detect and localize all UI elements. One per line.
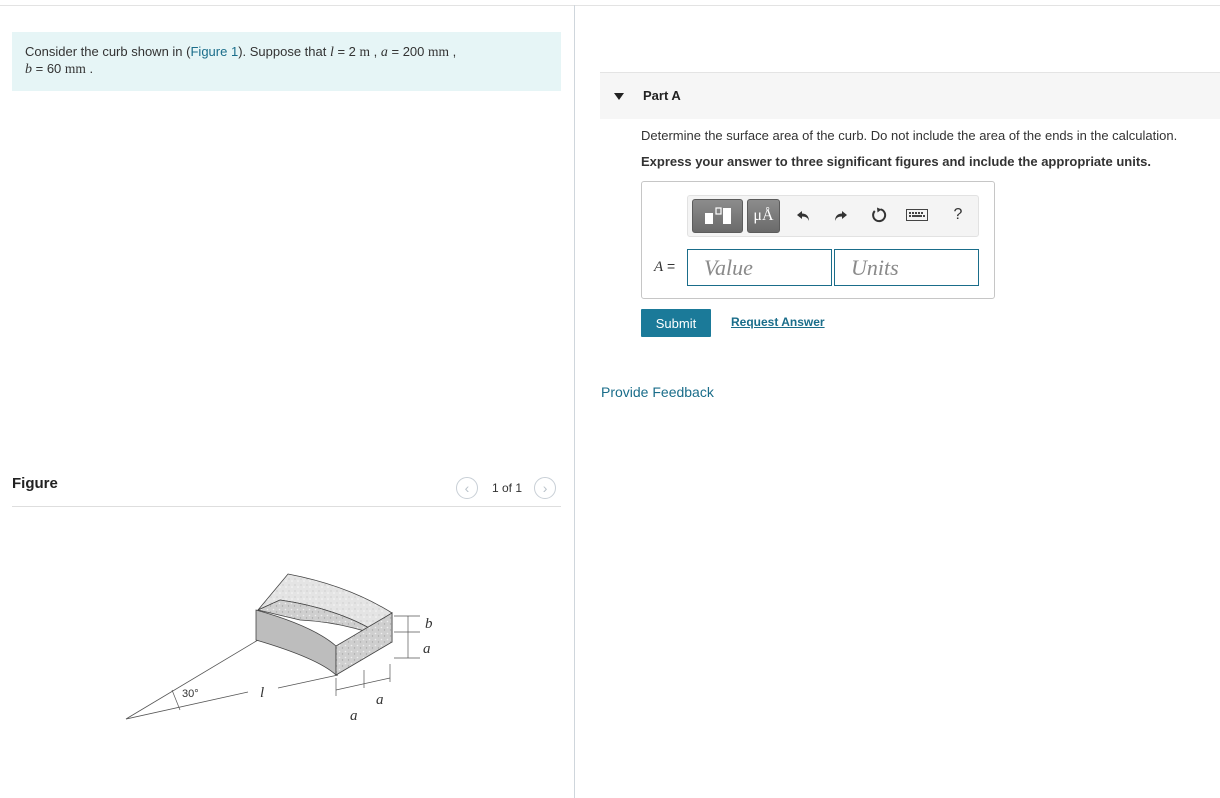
keyboard-button[interactable] [905,205,929,225]
var-a: a [380,45,388,60]
var-b: b [25,62,32,77]
construction-line [277,674,339,689]
top-divider [0,5,1220,6]
figure-link[interactable]: Figure 1 [190,44,238,59]
templates-button[interactable] [692,199,743,233]
undo-icon [797,211,809,221]
problem-text: Consider the curb shown in ( [25,44,191,59]
value-b: = 60 [32,61,65,76]
figure-counter: 1 of 1 [492,481,523,495]
equals-sign: = [663,258,676,274]
chevron-right-icon: › [542,480,548,496]
figure-title: Figure [12,475,58,492]
column-divider [574,5,575,798]
question-text: Determine the surface area of the curb. … [641,128,1178,143]
redo-button[interactable] [830,205,850,225]
curb-figure: b a a a l 30° [125,573,433,724]
help-icon: ? [953,206,963,223]
answer-variable: A [654,259,664,275]
dimension-label-a: a [423,641,431,657]
dimension-label-a: a [350,708,358,724]
figure-next-button[interactable]: › [534,477,557,499]
part-a-title: Part A [643,88,681,103]
instruction-text: Express your answer to three significant… [641,154,1151,169]
problem-statement: Consider the curb shown in (Figure 1). S… [12,32,561,91]
caret-down-icon [614,93,624,100]
answer-label: A = [654,258,675,276]
undo-button[interactable] [794,205,814,225]
redo-icon [835,211,847,221]
construction-line [125,639,259,720]
help-button[interactable]: ? [948,205,968,225]
units-input[interactable] [834,249,979,286]
problem-text: ). Suppose that [238,44,330,59]
keyboard-icon [906,209,928,221]
value-a: = 200 [387,44,429,59]
reset-icon [872,207,887,223]
separator: , [370,44,381,59]
unit-a: mm [428,44,450,59]
value-input[interactable] [687,249,832,286]
dimension-label-a: a [376,692,384,708]
value-l: = 2 [333,44,360,59]
figure-divider [12,506,561,507]
math-toolbar: μÅ ? [687,195,979,237]
unit-l: m [359,44,371,59]
units-icon: μÅ [753,207,774,224]
figure-prev-button[interactable]: ‹ [456,477,478,499]
unit-b: mm [64,61,86,76]
reset-button[interactable] [869,205,889,225]
figure-pager: ‹ 1 of 1 › [456,476,557,500]
chevron-left-icon: ‹ [464,480,470,496]
problem-end: . [85,61,94,76]
units-button[interactable]: μÅ [747,199,780,233]
angle-label: 30° [182,688,199,700]
submit-button[interactable]: Submit [641,309,711,337]
dimension-label-l: l [260,685,264,701]
answer-box: μÅ ? A = Value Units [641,181,995,299]
separator: , [449,44,457,59]
request-answer-link[interactable]: Request Answer [731,315,825,329]
templates-icon [704,207,731,224]
dimension-label-b: b [425,616,433,632]
part-a-header[interactable]: Part A [600,72,1220,119]
provide-feedback-link[interactable]: Provide Feedback [601,384,714,400]
